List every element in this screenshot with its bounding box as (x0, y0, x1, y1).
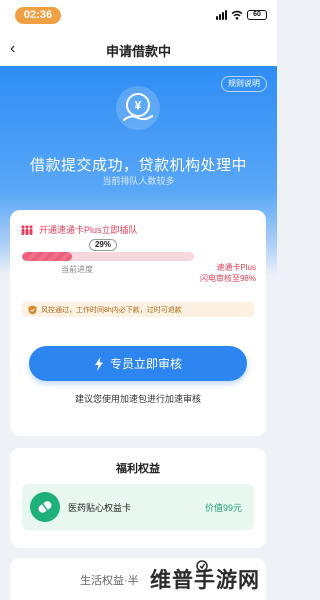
hero-title: 借款提交成功，贷款机构处理中 (29, 157, 247, 174)
progress-label: 当前进度 (61, 265, 93, 274)
lightning-icon (94, 356, 103, 371)
svg-text:¥: ¥ (135, 99, 142, 113)
watermark: 维普手游网 (150, 569, 260, 592)
people-icon (21, 224, 33, 235)
express-note-line2: 闪电审核至98% (199, 274, 256, 283)
progress-fill (22, 252, 72, 261)
battery-icon: 60 (247, 10, 267, 20)
rules-button[interactable]: 规则说明 (221, 76, 267, 92)
benefit-item-medical[interactable]: 医药贴心权益卡 价值99元 (22, 484, 254, 530)
page-title: 申请借款中 (105, 44, 171, 59)
status-bar: 02:36 60 (0, 0, 277, 32)
status-time: 02:36 (15, 7, 61, 24)
progress-bar (22, 252, 194, 261)
risk-notice-text: 风控通过，工作时间8h内必下款，过时可退款 (41, 306, 182, 314)
shield-icon (28, 305, 37, 314)
benefits-title: 福利权益 (116, 463, 160, 475)
benefit-item-name: 医药贴心权益卡 (68, 503, 132, 513)
nav-bar: ‹ 申请借款中 (0, 32, 277, 66)
benefit-item-price: 价值99元 (204, 503, 242, 513)
review-button-label: 专员立即审核 (109, 357, 182, 371)
life-benefits-title: 生活权益·半 (80, 575, 139, 587)
express-headline: 开通速通卡Plus立即插队 (39, 225, 138, 235)
express-note: 速通卡Plus 闪电审核至98% (200, 262, 256, 284)
wifi-icon (231, 10, 243, 20)
progress-badge: 29% (89, 239, 117, 251)
express-note-line1: 速通卡Plus (216, 263, 256, 272)
pill-icon (30, 492, 60, 522)
express-card: 开通速通卡Plus立即插队 29% 当前进度 速通卡Plus 闪电审核至98% … (10, 210, 266, 436)
suggestion-text: 建议您使用加速包进行加速审核 (74, 394, 201, 404)
risk-notice: 风控通过，工作时间8h内必下款，过时可退款 (22, 302, 254, 317)
status-icons: 60 (216, 10, 267, 20)
loan-hand-icon: ¥ (116, 86, 160, 130)
signal-icon (216, 10, 227, 20)
hero-subtitle: 当前排队人数较多 (102, 176, 175, 186)
express-headline-row[interactable]: 开通速通卡Plus立即插队 (20, 223, 138, 236)
review-button[interactable]: 专员立即审核 (29, 346, 247, 381)
benefits-card: 福利权益 医药贴心权益卡 价值99元 (10, 448, 266, 548)
